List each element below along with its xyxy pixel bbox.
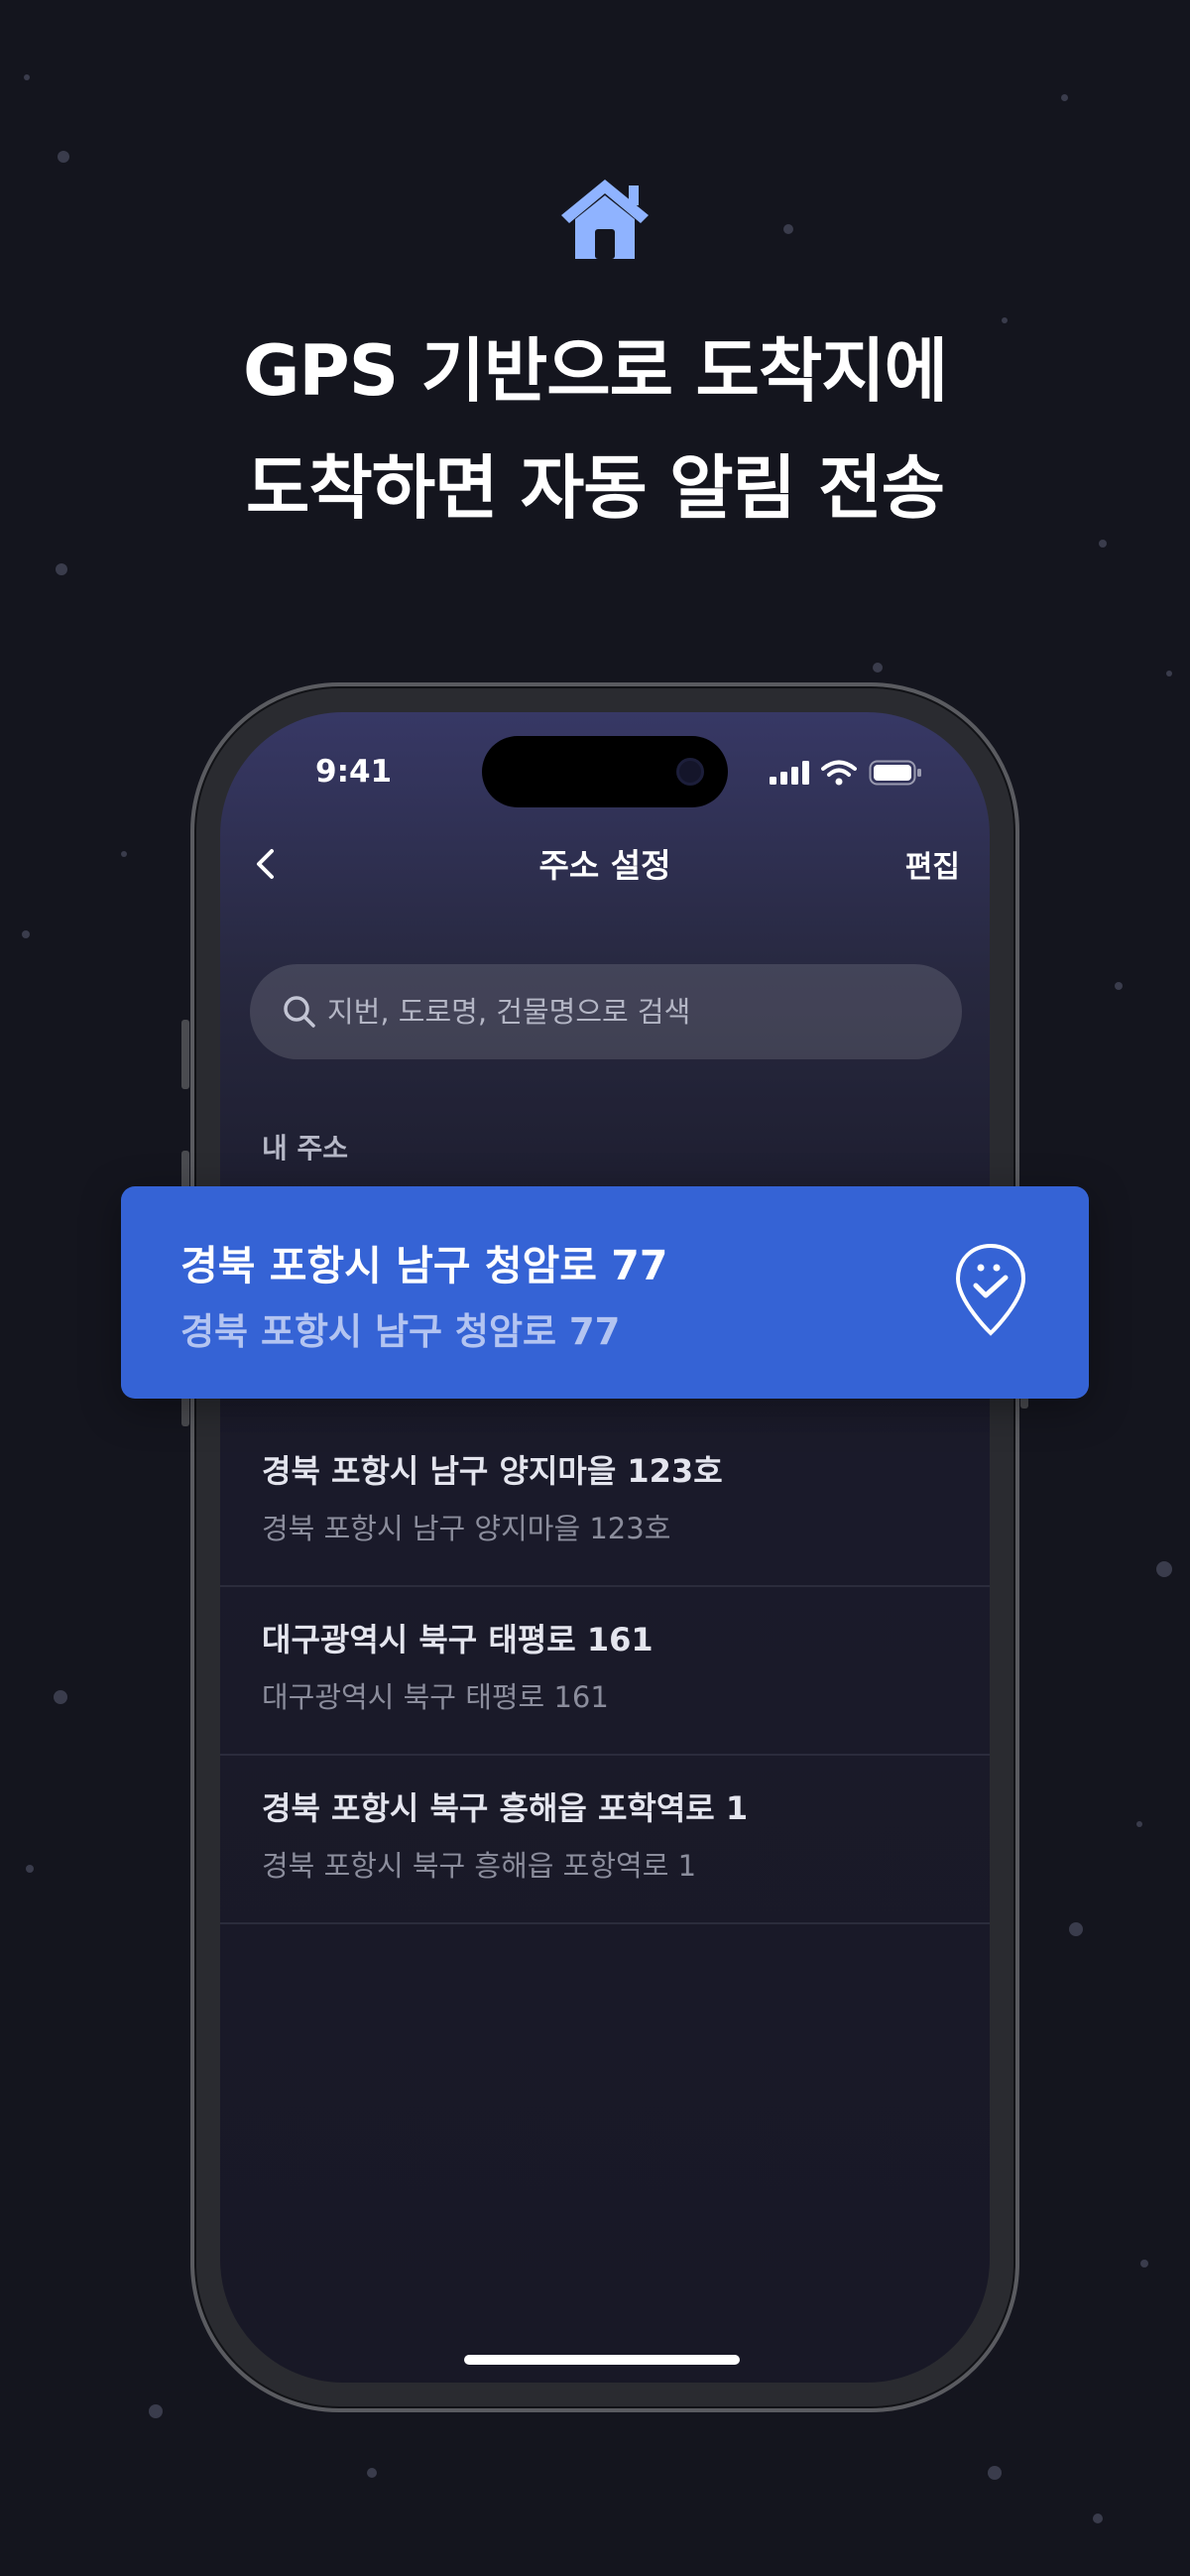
selected-address-title: 경북 포항시 남구 청암로 77	[180, 1242, 668, 1289]
status-icons	[770, 760, 922, 786]
list-item[interactable]: 경북 포항시 북구 흥해읍 포학역로 1 경북 포항시 북구 흥해읍 포항역로 …	[220, 1756, 990, 1924]
headline-line-2: 도착하면 자동 알림 전송	[245, 447, 945, 529]
section-label-my-address: 내 주소	[262, 1132, 349, 1165]
home-indicator	[464, 2355, 740, 2365]
search-bar[interactable]	[250, 964, 962, 1059]
address-title: 대구광역시 북구 태평로 161	[262, 1621, 654, 1658]
dynamic-island	[482, 736, 728, 807]
address-sub: 경북 포항시 남구 양지마을 123호	[262, 1512, 671, 1545]
wifi-icon	[821, 760, 857, 786]
phone-side-button	[181, 1020, 189, 1089]
selected-address-card[interactable]: 경북 포항시 남구 청암로 77 경북 포항시 남구 청암로 77	[121, 1186, 1089, 1399]
edit-button[interactable]: 편집	[905, 842, 960, 886]
location-check-pin-icon	[955, 1243, 1026, 1336]
signal-icon	[770, 761, 809, 785]
search-icon	[284, 996, 315, 1028]
battery-icon	[869, 760, 921, 786]
camera-icon	[676, 758, 704, 786]
address-list: 경북 포항시 남구 양지마을 123호 경북 포항시 남구 양지마을 123호 …	[220, 1418, 990, 1924]
list-item[interactable]: 경북 포항시 남구 양지마을 123호 경북 포항시 남구 양지마을 123호	[220, 1418, 990, 1587]
address-title: 경북 포항시 남구 양지마을 123호	[262, 1452, 723, 1490]
selected-address-sub: 경북 포항시 남구 청암로 77	[180, 1310, 621, 1353]
status-time: 9:41	[315, 754, 393, 790]
address-sub: 경북 포항시 북구 흥해읍 포항역로 1	[262, 1849, 697, 1883]
phone-screen: 9:41 주소 설정 편집 내 주소 경북 포항	[220, 712, 990, 2383]
page-title: 주소 설정	[538, 846, 671, 885]
headline-line-1: GPS 기반으로 도착지에	[242, 330, 948, 412]
house-icon	[561, 180, 649, 259]
address-sub: 대구광역시 북구 태평로 161	[262, 1680, 609, 1714]
address-title: 경북 포항시 북구 흥해읍 포학역로 1	[262, 1789, 749, 1827]
list-item[interactable]: 대구광역시 북구 태평로 161 대구광역시 북구 태평로 161	[220, 1587, 990, 1756]
search-input[interactable]	[327, 964, 922, 1059]
